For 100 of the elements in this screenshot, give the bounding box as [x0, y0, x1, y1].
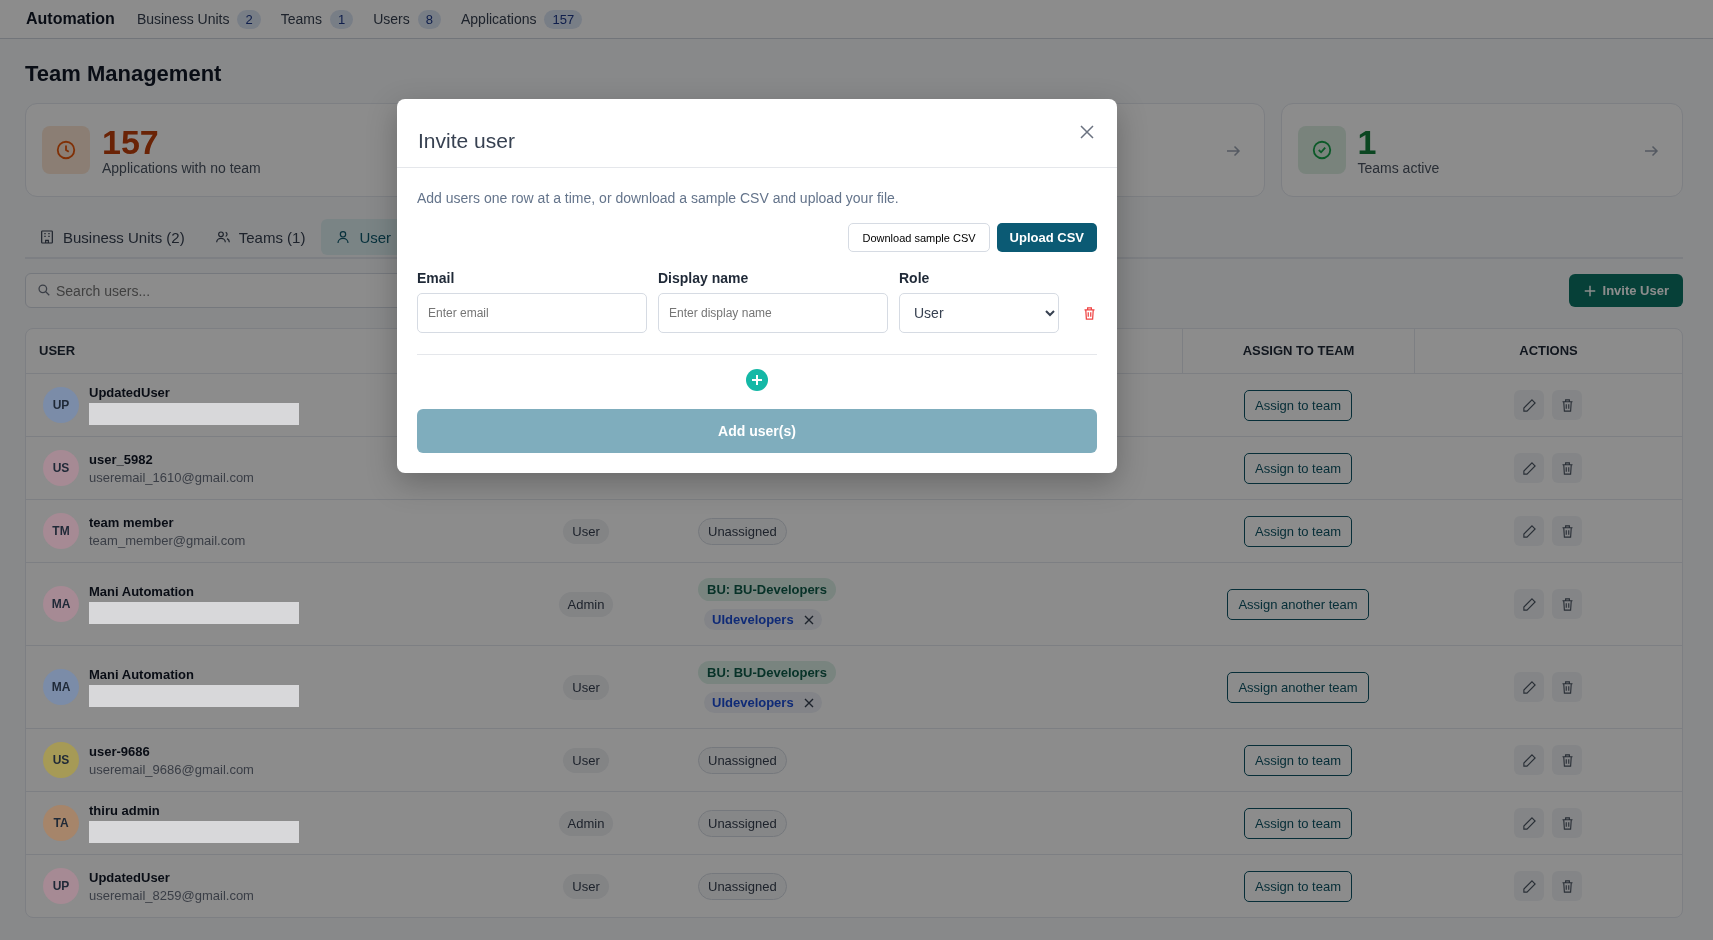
- assign-team-button[interactable]: Assign to team: [1244, 807, 1352, 839]
- delete-button[interactable]: [1552, 589, 1582, 619]
- status-badge: Unassigned: [698, 809, 787, 837]
- user-email: team_member@gmail.com: [89, 532, 246, 548]
- user-name: Mani Automation: [89, 584, 195, 599]
- pencil-icon: [1521, 878, 1537, 894]
- stat-label: Applications with no team: [102, 160, 261, 176]
- trash-icon[interactable]: [1082, 306, 1097, 321]
- edit-button[interactable]: [1514, 745, 1544, 775]
- assign-team-button[interactable]: Assign to team: [1244, 452, 1352, 484]
- delete-button[interactable]: [1552, 871, 1582, 901]
- pencil-icon: [1521, 752, 1537, 768]
- user-name: UpdatedUser: [89, 869, 171, 885]
- role-badge: User: [563, 747, 609, 773]
- nav-link[interactable]: Users 8: [373, 9, 441, 29]
- pencil-icon: [1521, 397, 1537, 413]
- avatar: US: [43, 450, 79, 486]
- count-badge: 8: [417, 9, 441, 29]
- user-name: Mani Automation: [89, 667, 195, 682]
- avatar: US: [43, 742, 79, 778]
- add-row-icon[interactable]: [746, 369, 768, 391]
- assign-team-button[interactable]: Assign to team: [1244, 389, 1352, 421]
- users-icon: [214, 229, 231, 245]
- user-name: UpdatedUser: [89, 385, 171, 400]
- edit-button[interactable]: [1514, 453, 1544, 483]
- count-badge: 157: [544, 9, 583, 29]
- delete-button[interactable]: [1552, 808, 1582, 838]
- search-icon: [37, 283, 51, 297]
- field-label: Display name: [658, 270, 750, 286]
- edit-button[interactable]: [1514, 589, 1544, 619]
- assign-team-button[interactable]: Assign to team: [1244, 870, 1352, 902]
- avatar: TA: [43, 805, 79, 841]
- email-input[interactable]: Enter email: [417, 293, 647, 333]
- pencil-icon: [1521, 523, 1537, 539]
- nav-link[interactable]: Teams 1: [280, 9, 354, 29]
- avatar: MA: [43, 669, 79, 705]
- edit-button[interactable]: [1514, 516, 1544, 546]
- nav-link[interactable]: Business Units 2: [136, 9, 261, 29]
- role-badge: Admin: [558, 591, 614, 617]
- role-badge: User: [563, 674, 609, 700]
- status-badge: Unassigned: [698, 746, 787, 774]
- nav-link[interactable]: Applications 157: [460, 9, 583, 29]
- pencil-icon: [1521, 815, 1537, 831]
- column-header: USER: [38, 342, 77, 360]
- count-badge: 2: [237, 9, 261, 29]
- page-title: Team Management: [25, 61, 223, 87]
- delete-button[interactable]: [1552, 745, 1582, 775]
- stat-label: Teams active: [1357, 160, 1440, 176]
- tab[interactable]: Teams (1): [200, 219, 320, 255]
- user-email: useremail_8259@gmail.com: [89, 887, 254, 903]
- assign-team-button[interactable]: Assign another team: [1227, 588, 1369, 620]
- business-unit-tag: BU: BU-Developers: [698, 578, 836, 601]
- edit-button[interactable]: [1514, 808, 1544, 838]
- stat-value: 1: [1357, 124, 1378, 160]
- tab[interactable]: Business Units (2): [25, 219, 199, 255]
- user-name: team member: [89, 514, 175, 530]
- upload-csv-button[interactable]: Upload CSV: [996, 223, 1097, 252]
- assign-team-button[interactable]: Assign to team: [1244, 744, 1352, 776]
- delete-button[interactable]: [1552, 453, 1582, 483]
- avatar: UP: [43, 868, 79, 904]
- avatar: TM: [43, 513, 79, 549]
- field-label: Role: [899, 270, 931, 286]
- building-icon: [39, 229, 55, 245]
- pencil-icon: [1521, 596, 1537, 612]
- edit-button[interactable]: [1514, 672, 1544, 702]
- plus-icon: [1582, 283, 1597, 298]
- count-badge: 1: [329, 9, 354, 29]
- team-tag: UIdevelopers: [704, 609, 822, 630]
- download-csv-button[interactable]: Download sample CSV: [848, 223, 990, 252]
- invite-user-button[interactable]: Invite User: [1568, 274, 1683, 307]
- team-tag: UIdevelopers: [704, 692, 822, 713]
- pencil-icon: [1521, 679, 1537, 695]
- user-name: user_5982: [89, 451, 154, 467]
- user-email: useremail_1610@gmail.com: [89, 469, 254, 485]
- role-badge: User: [563, 518, 609, 544]
- status-badge: Unassigned: [698, 872, 787, 900]
- close-icon[interactable]: [803, 614, 814, 625]
- delete-button[interactable]: [1552, 516, 1582, 546]
- dialog-title: Invite user: [418, 129, 515, 153]
- close-icon[interactable]: [803, 697, 814, 708]
- dialog-description: Add users one row at a time, or download a sample CSV and upload your file.: [417, 190, 900, 206]
- user-email: useremail_9686@gmail.com: [89, 761, 254, 777]
- delete-button[interactable]: [1552, 672, 1582, 702]
- avatar: UP: [43, 387, 79, 423]
- clock-icon: [42, 126, 90, 174]
- user-name: thiru admin: [89, 803, 161, 818]
- business-unit-tag: BU: BU-Developers: [698, 661, 836, 684]
- display-name-input[interactable]: Enter display name: [658, 293, 888, 333]
- column-header: ASSIGN TO TEAM: [1182, 329, 1414, 373]
- assign-team-button[interactable]: Assign another team: [1227, 671, 1369, 703]
- role-select[interactable]: User: [899, 293, 1059, 333]
- edit-button[interactable]: [1514, 871, 1544, 901]
- pencil-icon: [1521, 460, 1537, 476]
- delete-button[interactable]: [1552, 390, 1582, 420]
- avatar: MA: [43, 586, 79, 622]
- stat-value: 157: [102, 124, 160, 160]
- edit-button[interactable]: [1514, 390, 1544, 420]
- field-label: Email: [417, 270, 456, 286]
- assign-team-button[interactable]: Assign to team: [1244, 515, 1352, 547]
- role-badge: Admin: [558, 810, 614, 836]
